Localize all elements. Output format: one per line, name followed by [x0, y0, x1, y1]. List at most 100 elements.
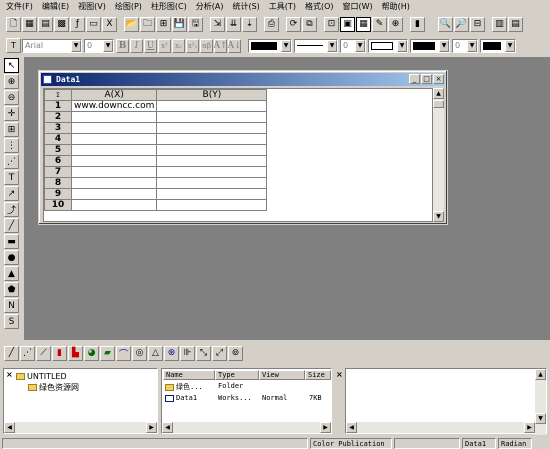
stats-plot-icon[interactable]: ⊪ — [180, 345, 195, 361]
column-header-a[interactable]: A(X) — [70, 89, 158, 101]
pointer-icon[interactable]: ↖ — [4, 58, 19, 73]
worksheet-titlebar[interactable]: Data1 _ □ × — [41, 73, 445, 86]
scroll-down-icon[interactable]: ▼ — [433, 211, 444, 222]
menu-item[interactable]: 视图(V) — [78, 1, 106, 12]
arrange-icon[interactable]: ▤ — [508, 16, 523, 32]
fill-size-select[interactable]: 0 ▼ — [452, 38, 478, 53]
refresh-icon[interactable]: ⟳ — [286, 16, 301, 32]
cell-a[interactable] — [70, 111, 158, 123]
underline-button[interactable]: U — [144, 38, 157, 53]
results-log-panel[interactable]: × ◀ ▶ ▲ ▼ — [336, 368, 547, 435]
open-template-icon[interactable]: 🗀 — [140, 16, 155, 32]
select-all-corner[interactable]: Σ — [44, 89, 72, 101]
close-icon[interactable]: × — [336, 371, 344, 379]
cell-b[interactable] — [156, 155, 268, 167]
scroll-down-icon[interactable]: ▼ — [535, 413, 546, 424]
cell-a[interactable]: www.downcc.com — [70, 100, 158, 112]
column-plot-icon[interactable]: ▮ — [52, 345, 67, 361]
rectangle-tool-icon[interactable]: ▬ — [4, 234, 19, 249]
menu-item[interactable]: 窗口(W) — [343, 1, 373, 12]
polygon-tool-icon[interactable]: ▲ — [4, 266, 19, 281]
zoom-in-tool-icon[interactable]: ⊕ — [4, 74, 19, 89]
layer-icon[interactable]: ▥ — [492, 16, 507, 32]
polar-plot-icon[interactable]: ◎ — [132, 345, 147, 361]
new-layout-icon[interactable]: ▭ — [86, 16, 101, 32]
cell-b[interactable] — [156, 100, 268, 112]
cell-a[interactable] — [70, 133, 158, 145]
list-item-name[interactable]: Data1 — [165, 394, 197, 402]
font-select[interactable]: Arial ▼ — [22, 38, 82, 53]
font-size-select[interactable]: 0 ▼ — [84, 38, 114, 53]
worksheet-grid[interactable]: Σ A(X) B(Y) 1 www.downcc.com 2 3 4 5 6 7 8 9 10 — [43, 88, 433, 222]
sub-sup-button[interactable]: x²₁ — [186, 38, 199, 53]
new-folder-icon[interactable]: ▮ — [410, 16, 425, 32]
new-excel-icon[interactable]: X — [102, 16, 117, 32]
row-header[interactable]: 6 — [44, 155, 72, 167]
scroll-thumb[interactable] — [433, 100, 444, 108]
code-builder-icon[interactable]: ✎ — [372, 16, 387, 32]
close-button[interactable]: × — [433, 74, 444, 84]
new-project-icon[interactable]: 🗋 — [6, 16, 21, 32]
results-log-icon[interactable]: ▣ — [340, 16, 355, 32]
decrease-font-button[interactable]: A↓ — [227, 38, 242, 53]
project-explorer-icon[interactable]: ⊡ — [324, 16, 339, 32]
import-multiple-icon[interactable]: ⇊ — [226, 16, 241, 32]
scroll-left-icon[interactable]: ◀ — [162, 422, 173, 433]
cell-b[interactable] — [156, 144, 268, 156]
new-worksheet-icon[interactable]: ▦ — [22, 16, 37, 32]
bar-plot-icon[interactable]: ▙ — [68, 345, 83, 361]
save-template-icon[interactable]: 🖫 — [188, 16, 203, 32]
project-explorer-tree[interactable]: × UNTITLED 绿色资源网 ◀ ▶ — [3, 368, 158, 434]
curved-arrow-icon[interactable]: ⤴ — [4, 202, 19, 217]
new-matrix-icon[interactable]: ▩ — [54, 16, 69, 32]
line-symbol-icon[interactable]: ⟋ — [36, 345, 51, 361]
menu-item[interactable]: 绘图(P) — [115, 1, 142, 12]
save-project-icon[interactable]: 💾 — [172, 16, 187, 32]
open-icon[interactable]: 📂 — [124, 16, 139, 32]
row-header[interactable]: 5 — [44, 144, 72, 156]
cell-b[interactable] — [156, 177, 268, 189]
menu-item[interactable]: 编辑(E) — [42, 1, 69, 12]
menu-item[interactable]: 统计(S) — [232, 1, 259, 12]
data-selector-icon[interactable]: ⋮ — [4, 138, 19, 153]
scroll-up-icon[interactable]: ▲ — [433, 88, 444, 99]
column-header-b[interactable]: B(Y) — [156, 89, 268, 101]
line-plot-icon[interactable]: ╱ — [4, 345, 19, 361]
pattern-select[interactable]: ▼ — [368, 38, 408, 53]
arrow-tool-icon[interactable]: ↗ — [4, 186, 19, 201]
vector-plot-icon[interactable]: ⤡ — [196, 345, 211, 361]
cell-b[interactable] — [156, 188, 268, 200]
bold-button[interactable]: B — [116, 38, 129, 53]
open-excel-icon[interactable]: ⊞ — [156, 16, 171, 32]
maximize-button[interactable]: □ — [421, 74, 432, 84]
worksheet-vertical-scrollbar[interactable]: ▲ ▼ — [433, 88, 444, 222]
print-icon[interactable]: ⎙ — [264, 16, 279, 32]
list-horizontal-scrollbar[interactable]: ◀ ▶ — [162, 422, 331, 433]
script-window-icon[interactable]: ▦ — [356, 16, 371, 32]
area-plot-icon[interactable]: ▰ — [100, 345, 115, 361]
scatter-plot-icon[interactable]: ⋰ — [20, 345, 35, 361]
scroll-up-icon[interactable]: ▲ — [535, 369, 546, 380]
subscript-button[interactable]: x₂ — [172, 38, 185, 53]
cell-a[interactable] — [70, 199, 158, 211]
row-header[interactable]: 8 — [44, 177, 72, 189]
border-color-select[interactable]: ▼ — [480, 38, 516, 53]
cell-b[interactable] — [156, 122, 268, 134]
smith-chart-icon[interactable]: ⊛ — [164, 345, 179, 361]
import-excel-icon[interactable]: ⇣ — [242, 16, 257, 32]
special-plot-icon[interactable]: ⤢ — [212, 345, 227, 361]
line-tool-icon[interactable]: ╱ — [4, 218, 19, 233]
cell-a[interactable] — [70, 177, 158, 189]
data-reader-icon[interactable]: ⊞ — [4, 122, 19, 137]
cell-a[interactable] — [70, 155, 158, 167]
fill-color-select[interactable]: ▼ — [410, 38, 450, 53]
tree-root[interactable]: UNTITLED — [16, 372, 67, 381]
add-text-icon[interactable]: ⊕ — [388, 16, 403, 32]
template-plot-icon[interactable]: ⊚ — [228, 345, 243, 361]
ternary-plot-icon[interactable]: △ — [148, 345, 163, 361]
menu-item[interactable]: 格式(O) — [305, 1, 334, 12]
region-tool-icon[interactable]: ⬟ — [4, 282, 19, 297]
line-size-select[interactable]: 0 ▼ — [340, 38, 366, 53]
new-graph-icon[interactable]: ▤ — [38, 16, 53, 32]
menu-item[interactable]: 分析(A) — [196, 1, 224, 12]
